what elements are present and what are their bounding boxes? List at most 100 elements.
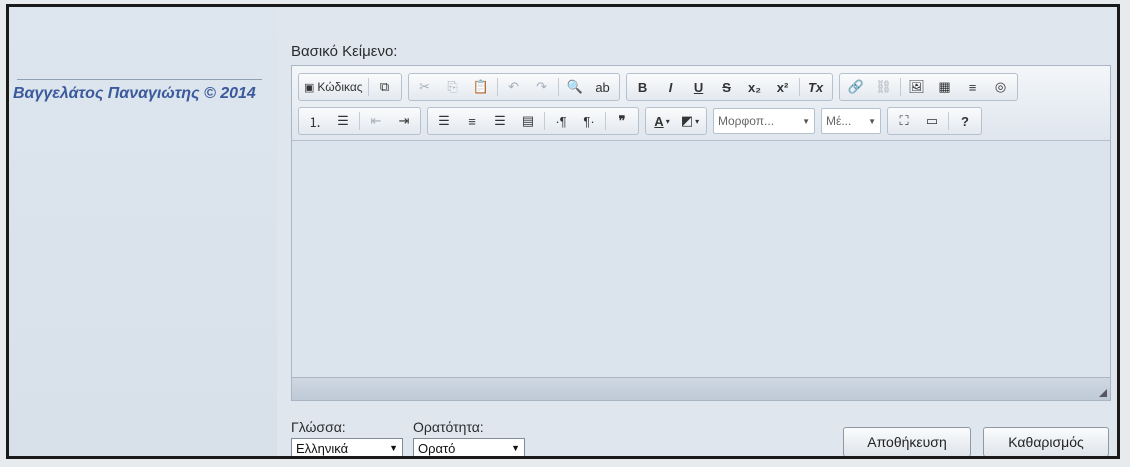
toolbar-group-document: ▣ Κώδικας ⧉ xyxy=(298,73,402,101)
chevron-down-icon: ▼ xyxy=(511,443,520,453)
visibility-select-value: Ορατό xyxy=(418,440,456,456)
copy-button[interactable]: ⎘ xyxy=(439,76,467,98)
indent-icon: ⇥ xyxy=(398,113,410,128)
preview-button[interactable]: ⧉ xyxy=(371,76,399,98)
language-select[interactable]: Ελληνικά ▼ xyxy=(291,438,403,456)
chevron-down-icon: ▼ xyxy=(802,116,810,126)
table-button[interactable]: ▦ xyxy=(931,76,959,98)
link-button[interactable]: 🔗 xyxy=(842,76,870,98)
background-color-icon: ◩ xyxy=(680,113,694,128)
separator xyxy=(544,112,545,130)
format-dropdown-label: Μορφοπ... xyxy=(718,114,775,128)
editor-status-bar xyxy=(292,377,1110,400)
maximize-button[interactable]: ⛶ xyxy=(890,110,918,132)
redo-button[interactable]: ↷ xyxy=(528,76,556,98)
toolbar-group-tools: ⛶ ▭ ? xyxy=(887,107,982,135)
align-justify-icon: ▤ xyxy=(521,113,535,128)
align-left-button[interactable]: ☰ xyxy=(430,110,458,132)
find-button[interactable]: 🔍 xyxy=(561,76,589,98)
toolbar-row-1: ▣ Κώδικας ⧉ ✂ ⎘ 📋 ↶ ↷ 🔍 ab B I U S x₂ x²… xyxy=(298,70,1104,104)
language-label: Γλώσσα: xyxy=(291,419,346,435)
show-blocks-button[interactable]: ▭ xyxy=(918,110,946,132)
font-size-dropdown-label: Μέ... xyxy=(826,114,852,128)
redo-icon: ↷ xyxy=(536,79,548,94)
bulleted-list-button[interactable]: ☰ xyxy=(329,110,357,132)
toolbar-group-align: ☰ ≡ ☰ ▤ ·¶ ¶· ❞ xyxy=(427,107,639,135)
background-color-button[interactable]: ◩ ▾ xyxy=(676,110,704,132)
separator xyxy=(798,78,800,96)
visibility-select[interactable]: Ορατό ▼ xyxy=(413,438,525,456)
preview-icon: ⧉ xyxy=(379,79,390,94)
replace-icon: ab xyxy=(595,79,610,95)
paste-button[interactable]: 📋 xyxy=(467,76,495,98)
remove-format-button[interactable]: Tx xyxy=(802,76,830,98)
separator xyxy=(359,112,360,130)
copy-icon: ⎘ xyxy=(447,79,458,94)
align-right-button[interactable]: ☰ xyxy=(486,110,514,132)
source-icon: ▣ xyxy=(304,81,315,94)
text-direction-ltr-icon: ·¶ xyxy=(555,113,567,129)
editor-content-area[interactable] xyxy=(292,141,1110,391)
toolbar-group-clipboard: ✂ ⎘ 📋 ↶ ↷ 🔍 ab xyxy=(407,73,620,101)
unlink-button[interactable]: ⛓ xyxy=(870,76,898,98)
language-select-value: Ελληνικά xyxy=(296,440,349,456)
bulleted-list-icon: ☰ xyxy=(337,113,349,128)
rich-text-editor: ▣ Κώδικας ⧉ ✂ ⎘ 📋 ↶ ↷ 🔍 ab B I U S x₂ x²… xyxy=(291,65,1111,401)
toolbar-row-2: ⒈ ☰ ⇤ ⇥ ☰ ≡ ☰ ▤ ·¶ ¶· ❞ A ▾ ◩ ▾ Μορφοπ..… xyxy=(298,104,1104,138)
resize-handle-icon[interactable] xyxy=(1099,389,1107,397)
image-icon: 🖼 xyxy=(908,79,925,94)
outdent-icon: ⇤ xyxy=(370,113,382,128)
cut-button[interactable]: ✂ xyxy=(411,76,439,98)
underline-button[interactable]: U xyxy=(685,76,713,98)
ltr-button[interactable]: ·¶ xyxy=(547,110,575,132)
superscript-button[interactable]: x² xyxy=(769,76,797,98)
rtl-button[interactable]: ¶· xyxy=(575,110,603,132)
visibility-label: Ορατότητα: xyxy=(413,419,484,435)
special-char-button[interactable]: ◎ xyxy=(987,76,1015,98)
horizontal-rule-icon: ≡ xyxy=(968,79,977,95)
blockquote-button[interactable]: ❞ xyxy=(608,110,636,132)
toolbar-group-basicstyles: B I U S x₂ x² Tx xyxy=(625,73,833,101)
italic-button[interactable]: I xyxy=(657,76,685,98)
format-dropdown[interactable]: Μορφοπ... ▼ xyxy=(713,108,815,134)
image-button[interactable]: 🖼 xyxy=(903,76,931,98)
separator xyxy=(367,78,369,96)
align-center-button[interactable]: ≡ xyxy=(458,110,486,132)
separator xyxy=(605,112,606,130)
numbered-list-button[interactable]: ⒈ xyxy=(301,110,329,132)
toolbar-group-lists: ⒈ ☰ ⇤ ⇥ xyxy=(298,107,421,135)
maximize-icon: ⛶ xyxy=(899,113,909,128)
cut-icon: ✂ xyxy=(419,79,431,94)
horizontal-rule-button[interactable]: ≡ xyxy=(959,76,987,98)
table-icon: ▦ xyxy=(938,79,951,94)
unlink-icon: ⛓ xyxy=(875,79,892,94)
editor-label: Βασικό Κείμενο: xyxy=(291,43,398,60)
align-right-icon: ☰ xyxy=(494,113,506,128)
chevron-down-icon: ▾ xyxy=(695,116,700,126)
bold-button[interactable]: B xyxy=(629,76,657,98)
clear-button[interactable]: Καθαρισμός xyxy=(983,427,1109,456)
subscript-button[interactable]: x₂ xyxy=(741,76,769,98)
separator xyxy=(899,78,901,96)
separator xyxy=(948,112,949,130)
outdent-button[interactable]: ⇤ xyxy=(362,110,390,132)
text-color-button[interactable]: A ▾ xyxy=(648,110,676,132)
save-button[interactable]: Αποθήκευση xyxy=(843,427,971,456)
chevron-down-icon: ▼ xyxy=(868,116,876,126)
chevron-down-icon: ▼ xyxy=(389,443,398,453)
source-button[interactable]: ▣ Κώδικας xyxy=(301,76,366,98)
help-button[interactable]: ? xyxy=(951,110,979,132)
font-size-dropdown[interactable]: Μέ... ▼ xyxy=(821,108,881,134)
search-icon: 🔍 xyxy=(566,79,583,94)
strikethrough-button[interactable]: S xyxy=(713,76,741,98)
undo-button[interactable]: ↶ xyxy=(500,76,528,98)
toolbar-group-colors: A ▾ ◩ ▾ xyxy=(645,107,707,135)
left-panel: Βαγγελάτος Παναγιώτης © 2014 xyxy=(9,7,277,456)
quote-icon: ❞ xyxy=(618,113,626,128)
text-color-icon: A xyxy=(654,113,664,129)
show-blocks-icon: ▭ xyxy=(925,113,939,128)
align-justify-button[interactable]: ▤ xyxy=(514,110,542,132)
replace-button[interactable]: ab xyxy=(589,76,617,98)
separator xyxy=(557,78,559,96)
indent-button[interactable]: ⇥ xyxy=(390,110,418,132)
